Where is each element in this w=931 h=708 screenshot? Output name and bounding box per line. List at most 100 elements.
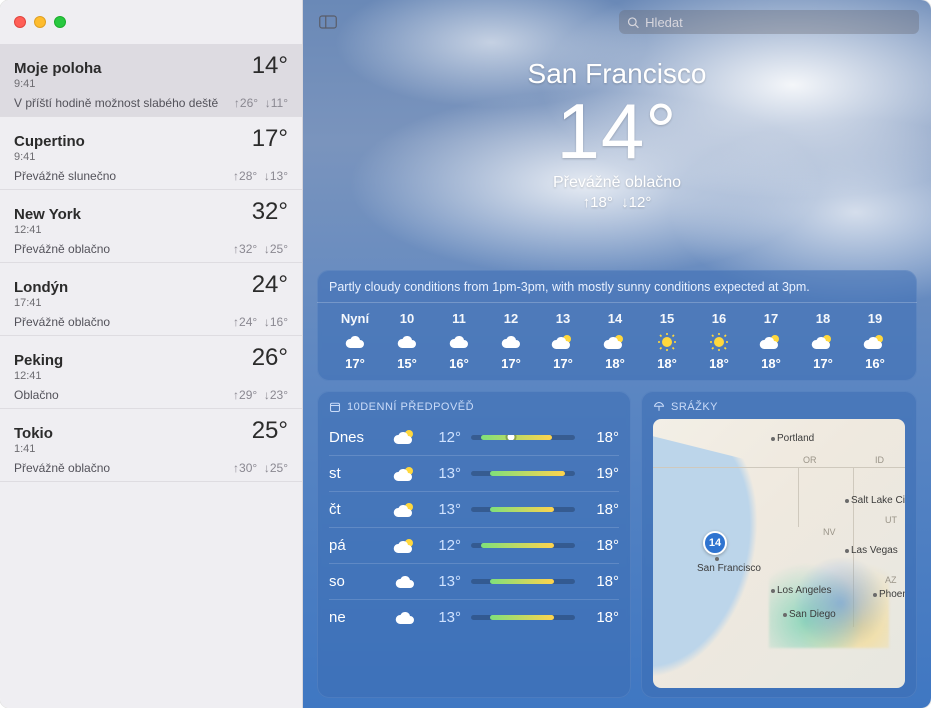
hour-cell[interactable]: 1718° bbox=[745, 311, 797, 371]
hour-cell[interactable]: 19 16° bbox=[849, 311, 901, 371]
precip-title: SRÁŽKY bbox=[671, 401, 718, 413]
cards-row-2: 10DENNÍ PŘEDPOVĚĎ Dnes12°18°st13°19°čt13… bbox=[317, 391, 917, 698]
tenday-row[interactable]: so13°18° bbox=[329, 563, 619, 599]
hour-icon bbox=[901, 332, 905, 352]
sidebar-location[interactable]: Moje poloha9:4114°V příští hodině možnos… bbox=[0, 44, 302, 117]
tenday-card[interactable]: 10DENNÍ PŘEDPOVĚĎ Dnes12°18°st13°19°čt13… bbox=[317, 391, 631, 698]
tenday-header: 10DENNÍ PŘEDPOVĚĎ bbox=[329, 401, 619, 413]
map-city-label: Phoenix bbox=[879, 589, 905, 600]
hour-cell[interactable]: 1618° bbox=[693, 311, 745, 371]
hero-high: ↑18° bbox=[583, 194, 613, 211]
close-window-button[interactable] bbox=[14, 16, 26, 28]
tenday-row[interactable]: čt13°18° bbox=[329, 491, 619, 527]
location-condition: Převážně oblačno bbox=[14, 315, 110, 329]
hourly-card[interactable]: Partly cloudy conditions from 1pm-3pm, w… bbox=[317, 270, 917, 381]
hour-icon bbox=[641, 332, 693, 352]
temp-range-bar bbox=[471, 507, 575, 512]
day-low: 13° bbox=[427, 573, 461, 590]
map-pin[interactable]: 14 bbox=[703, 531, 727, 555]
hour-label: 10 bbox=[381, 311, 433, 326]
location-name: Moje poloha bbox=[14, 60, 102, 77]
tenday-row[interactable]: ne13°18° bbox=[329, 599, 619, 635]
location-hilo: ↑32° ↓25° bbox=[233, 242, 288, 256]
hour-icon bbox=[485, 332, 537, 352]
sidebar-location[interactable]: Tokio1:4125°Převážně oblačno↑30° ↓25° bbox=[0, 409, 302, 482]
hour-cell[interactable]: 14 18° bbox=[589, 311, 641, 371]
sidebar-location[interactable]: New York12:4132°Převážně oblačno↑32° ↓25… bbox=[0, 190, 302, 263]
day-icon bbox=[393, 465, 417, 483]
location-condition: Převážně oblačno bbox=[14, 242, 110, 256]
sidebar-icon bbox=[319, 13, 337, 31]
location-time: 12:41 bbox=[14, 224, 81, 236]
sidebar-location[interactable]: Cupertino9:4117°Převážně slunečno↑28° ↓1… bbox=[0, 117, 302, 190]
hour-temp: 17° bbox=[797, 356, 849, 371]
day-icon bbox=[393, 428, 417, 446]
umbrella-icon bbox=[653, 401, 665, 413]
location-condition: Převážně oblačno bbox=[14, 461, 110, 475]
hour-label: 14 bbox=[589, 311, 641, 326]
day-low: 12° bbox=[427, 429, 461, 446]
hour-cell[interactable]: 1116° bbox=[433, 311, 485, 371]
hour-cell[interactable]: 1817° bbox=[797, 311, 849, 371]
map-city-label: San Diego bbox=[789, 609, 836, 620]
location-list: Moje poloha9:4114°V příští hodině možnos… bbox=[0, 44, 302, 482]
hero-city: San Francisco bbox=[303, 58, 931, 90]
map-city-label: Salt Lake City bbox=[851, 495, 905, 506]
day-high: 18° bbox=[585, 609, 619, 626]
day-name: so bbox=[329, 573, 383, 590]
sidebar: Moje poloha9:4114°V příští hodině možnos… bbox=[0, 0, 303, 708]
hour-cell[interactable]: Nyní17° bbox=[329, 311, 381, 371]
map-state-label: ID bbox=[875, 455, 884, 465]
day-high: 19° bbox=[585, 465, 619, 482]
hour-cell[interactable]: 1015° bbox=[381, 311, 433, 371]
location-hilo: ↑24° ↓16° bbox=[233, 315, 288, 329]
hour-label: 13 bbox=[537, 311, 589, 326]
search-field[interactable] bbox=[619, 10, 919, 34]
location-name: Peking bbox=[14, 352, 63, 369]
temp-range-bar bbox=[471, 543, 575, 548]
precip-card[interactable]: SRÁŽKY 14 Portland Salt Lake City Las Vega… bbox=[641, 391, 917, 698]
map-city-dot bbox=[771, 589, 775, 593]
day-icon bbox=[393, 537, 417, 555]
hour-cell[interactable]: 2016° bbox=[901, 311, 905, 371]
tenday-row[interactable]: st13°19° bbox=[329, 455, 619, 491]
tenday-row[interactable]: pá12°18° bbox=[329, 527, 619, 563]
hour-temp: 16° bbox=[849, 356, 901, 371]
hour-cell[interactable]: 1217° bbox=[485, 311, 537, 371]
hour-label: Nyní bbox=[329, 311, 381, 326]
hour-label: 15 bbox=[641, 311, 693, 326]
location-temp: 32° bbox=[252, 198, 288, 226]
map-line bbox=[798, 467, 799, 527]
tenday-list: Dnes12°18°st13°19°čt13°18°pá12°18°so13°1… bbox=[329, 419, 619, 635]
location-hilo: ↑30° ↓25° bbox=[233, 461, 288, 475]
hero-condition: Převážně oblačno bbox=[303, 174, 931, 192]
fullscreen-window-button[interactable] bbox=[54, 16, 66, 28]
hour-label: 19 bbox=[849, 311, 901, 326]
hourly-strip[interactable]: Nyní17°1015°1116°1217°1317°1418°1518°161… bbox=[329, 311, 905, 371]
precip-map[interactable]: 14 PortlandSalt Lake CityLas VegasSan Fr… bbox=[653, 419, 905, 688]
location-name: Cupertino bbox=[14, 133, 85, 150]
toggle-sidebar-button[interactable] bbox=[315, 11, 341, 33]
hourly-summary: Partly cloudy conditions from 1pm-3pm, w… bbox=[329, 280, 905, 294]
hero-low: ↓12° bbox=[621, 194, 651, 211]
hour-temp: 18° bbox=[589, 356, 641, 371]
hour-icon bbox=[433, 332, 485, 352]
sidebar-location[interactable]: Peking12:4126°Oblačno↑29° ↓23° bbox=[0, 336, 302, 409]
map-city-label: Las Vegas bbox=[851, 545, 898, 556]
hour-cell[interactable]: 1518° bbox=[641, 311, 693, 371]
hour-icon bbox=[381, 332, 433, 352]
tenday-row[interactable]: Dnes12°18° bbox=[329, 419, 619, 455]
hour-icon bbox=[849, 332, 901, 352]
hour-cell[interactable]: 1317° bbox=[537, 311, 589, 371]
sidebar-location[interactable]: Londýn17:4124°Převážně oblačno↑24° ↓16° bbox=[0, 263, 302, 336]
minimize-window-button[interactable] bbox=[34, 16, 46, 28]
day-icon bbox=[393, 574, 417, 590]
map-city-dot bbox=[873, 593, 877, 597]
map-city-label: Portland bbox=[777, 433, 814, 444]
search-input[interactable] bbox=[645, 15, 911, 30]
hour-label: 16 bbox=[693, 311, 745, 326]
day-high: 18° bbox=[585, 429, 619, 446]
search-icon bbox=[627, 16, 639, 29]
map-line bbox=[653, 467, 905, 468]
current-weather: San Francisco 14° Převážně oblačno ↑18° … bbox=[303, 58, 931, 211]
